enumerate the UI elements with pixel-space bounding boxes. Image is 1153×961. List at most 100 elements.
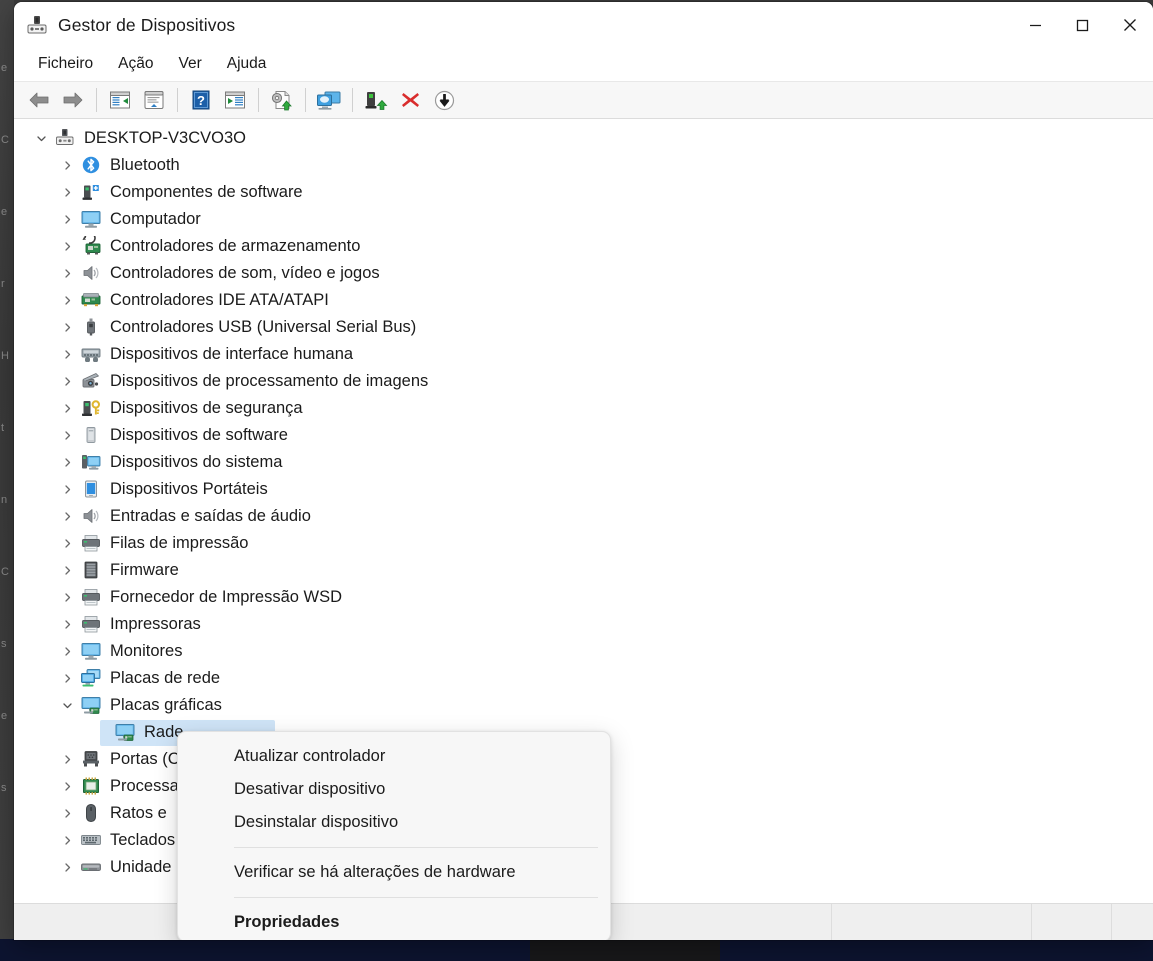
forward-button[interactable] xyxy=(56,85,90,115)
tree-item-label: Firmware xyxy=(110,560,179,579)
tree-item[interactable]: Placas gráficas xyxy=(14,692,1153,719)
properties-button[interactable] xyxy=(137,85,171,115)
chevron-right-icon[interactable] xyxy=(54,476,80,503)
chevron-down-icon[interactable] xyxy=(54,692,80,719)
sound-icon xyxy=(80,263,104,285)
chevron-right-icon[interactable] xyxy=(54,638,80,665)
show-hidden-devices-button[interactable] xyxy=(103,85,137,115)
tree-item[interactable]: Impressoras xyxy=(14,611,1153,638)
tree-item[interactable]: Controladores USB (Universal Serial Bus) xyxy=(14,314,1153,341)
toolbar-separator xyxy=(352,88,353,112)
ctx-disable-device[interactable]: Desativar dispositivo xyxy=(178,773,610,806)
close-button[interactable] xyxy=(1106,2,1153,48)
menu-ver[interactable]: Ver xyxy=(168,52,213,77)
tree-item-label: Fornecedor de Impressão WSD xyxy=(110,587,343,606)
tree-item[interactable]: Bluetooth xyxy=(14,152,1153,179)
audio-io-icon xyxy=(80,506,104,528)
toolbar: ? xyxy=(14,82,1153,119)
menu-ajuda[interactable]: Ajuda xyxy=(217,52,279,77)
tree-item-label: Placas gráficas xyxy=(110,695,222,714)
ctx-properties[interactable]: Propriedades xyxy=(178,906,610,939)
tree-item-label: Dispositivos de segurança xyxy=(110,398,303,417)
tree-item[interactable]: Computador xyxy=(14,206,1153,233)
toolbar-separator xyxy=(177,88,178,112)
chevron-right-icon[interactable] xyxy=(54,395,80,422)
tree-item-label: Dispositivos do sistema xyxy=(110,452,283,471)
maximize-button[interactable] xyxy=(1059,2,1106,48)
ctx-update-driver[interactable]: Atualizar controlador xyxy=(178,740,610,773)
computer-root-icon xyxy=(54,128,78,150)
chevron-right-icon[interactable] xyxy=(54,557,80,584)
menu-ficheiro[interactable]: Ficheiro xyxy=(28,52,105,77)
tree-item-label: Controladores IDE ATA/ATAPI xyxy=(110,290,329,309)
chevron-right-icon[interactable] xyxy=(54,503,80,530)
wsd-print-provider-icon xyxy=(80,587,104,609)
chevron-right-icon[interactable] xyxy=(54,179,80,206)
chevron-right-icon[interactable] xyxy=(54,449,80,476)
tree-item[interactable]: Dispositivos do sistema xyxy=(14,449,1153,476)
tree-item[interactable]: Dispositivos Portáteis xyxy=(14,476,1153,503)
tree-item-label: Monitores xyxy=(110,641,183,660)
menu-acao[interactable]: Ação xyxy=(108,52,165,77)
computer-icon xyxy=(80,209,104,231)
desktop-left-strip: e Ce r Ht n Cs e s xyxy=(0,0,14,940)
chevron-right-icon[interactable] xyxy=(54,746,80,773)
view-details-button[interactable] xyxy=(218,85,252,115)
window-titlebar[interactable]: Gestor de Dispositivos xyxy=(14,2,1153,48)
chevron-right-icon[interactable] xyxy=(54,341,80,368)
chevron-right-icon[interactable] xyxy=(54,152,80,179)
update-driver-button[interactable] xyxy=(265,85,299,115)
tree-root-desktop[interactable]: DESKTOP-V3CVO3O xyxy=(14,125,1153,152)
toolbar-separator xyxy=(305,88,306,112)
svg-text:?: ? xyxy=(197,93,205,108)
enable-device-button[interactable] xyxy=(359,85,393,115)
chevron-right-icon[interactable] xyxy=(54,206,80,233)
chevron-right-icon[interactable] xyxy=(54,314,80,341)
ctx-scan-hardware-changes[interactable]: Verificar se há alterações de hardware xyxy=(178,856,610,889)
tree-item[interactable]: Firmware xyxy=(14,557,1153,584)
chevron-down-icon[interactable] xyxy=(28,125,54,152)
status-segment-4 xyxy=(1112,904,1153,940)
disable-device-button[interactable] xyxy=(427,85,461,115)
security-device-icon xyxy=(80,398,104,420)
context-menu-separator xyxy=(234,897,598,898)
chevron-right-icon[interactable] xyxy=(54,368,80,395)
tree-item[interactable]: Filas de impressão xyxy=(14,530,1153,557)
tree-item[interactable]: Componentes de software xyxy=(14,179,1153,206)
tree-item[interactable]: Controladores de som, vídeo e jogos xyxy=(14,260,1153,287)
tree-item[interactable]: Dispositivos de processamento de imagens xyxy=(14,368,1153,395)
chevron-right-icon[interactable] xyxy=(54,827,80,854)
help-button[interactable]: ? xyxy=(184,85,218,115)
chevron-right-icon[interactable] xyxy=(54,773,80,800)
chevron-right-icon[interactable] xyxy=(54,530,80,557)
desktop-ghost-text: s xyxy=(1,638,7,650)
tree-item[interactable]: Placas de rede xyxy=(14,665,1153,692)
chevron-right-icon[interactable] xyxy=(54,260,80,287)
tree-item[interactable]: Dispositivos de interface humana xyxy=(14,341,1153,368)
chevron-right-icon[interactable] xyxy=(54,800,80,827)
chevron-right-icon[interactable] xyxy=(54,233,80,260)
ctx-uninstall-device[interactable]: Desinstalar dispositivo xyxy=(178,806,610,839)
desktop-ghost-text: r xyxy=(1,278,5,290)
tree-item[interactable]: Controladores de armazenamento xyxy=(14,231,1153,260)
tree-item-label: Dispositivos de interface humana xyxy=(110,344,354,363)
minimize-button[interactable] xyxy=(1012,2,1059,48)
desktop-ghost-text: e xyxy=(1,62,8,74)
chevron-right-icon[interactable] xyxy=(54,584,80,611)
tree-item[interactable]: Entradas e saídas de áudio xyxy=(14,503,1153,530)
chevron-right-icon[interactable] xyxy=(54,422,80,449)
chevron-right-icon[interactable] xyxy=(54,854,80,881)
chevron-right-icon[interactable] xyxy=(54,665,80,692)
tree-item[interactable]: Dispositivos de software xyxy=(14,422,1153,449)
tree-root-label: DESKTOP-V3CVO3O xyxy=(84,128,246,147)
scan-hardware-changes-button[interactable] xyxy=(312,85,346,115)
tree-item[interactable]: Monitores xyxy=(14,638,1153,665)
context-menu[interactable]: Atualizar controlador Desativar dispositi… xyxy=(177,731,611,940)
chevron-right-icon[interactable] xyxy=(54,287,80,314)
tree-item[interactable]: Dispositivos de segurança xyxy=(14,395,1153,422)
back-button[interactable] xyxy=(22,85,56,115)
uninstall-device-button[interactable] xyxy=(393,85,427,115)
chevron-right-icon[interactable] xyxy=(54,611,80,638)
tree-item[interactable]: Fornecedor de Impressão WSD xyxy=(14,584,1153,611)
tree-item[interactable]: Controladores IDE ATA/ATAPI xyxy=(14,287,1153,314)
